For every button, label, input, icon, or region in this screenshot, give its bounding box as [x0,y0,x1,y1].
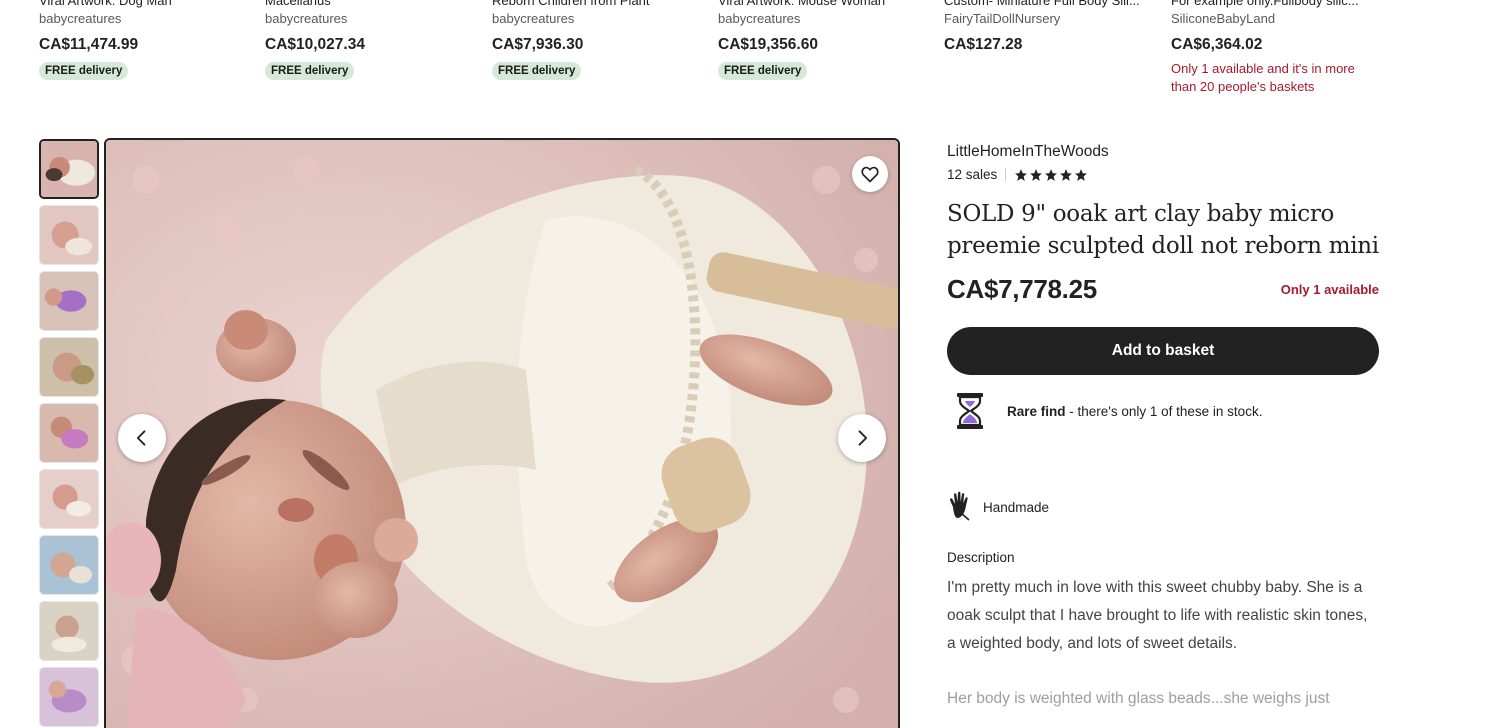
rare-find-label: Rare find [1007,403,1066,419]
description-text: I'm pretty much in love with this sweet … [947,579,1368,652]
thumbnail-5[interactable] [39,403,99,463]
related-card[interactable]: Reborn Children from Plant babycreatures… [492,0,704,80]
availability-note: Only 1 available [1280,282,1379,297]
related-card-price: CA$19,356.60 [718,36,818,53]
thumbnail-2[interactable] [39,205,99,265]
star-icon [1060,168,1073,181]
related-card-title[interactable]: Reborn Children from Plant [492,0,704,10]
previous-image-button[interactable] [118,414,166,462]
divider [1005,168,1007,181]
sales-count: 12 sales [947,167,998,182]
star-icon [1045,168,1058,181]
star-icon [1030,168,1043,181]
thumbnail-3[interactable] [39,271,99,331]
thumbnail-4[interactable] [39,337,99,397]
related-card-shop: babycreatures [39,11,122,26]
rare-find-detail: - there's only 1 of these in stock. [1065,403,1263,419]
product-photo [106,140,898,728]
related-card-price: CA$127.28 [944,36,1023,53]
star-rating[interactable] [1014,168,1088,182]
related-card[interactable]: Viral Artwork: Dog Man babycreatures CA$… [39,0,251,80]
chevron-left-icon [132,428,152,448]
heart-outline-icon [860,164,880,184]
thumbnail-8[interactable] [39,601,99,661]
related-card-shop: FairyTailDollNursery [944,11,1061,26]
related-card[interactable]: Viral Artwork: Mouse Woman babycreatures… [718,0,930,80]
free-delivery-badge: FREE delivery [265,62,355,80]
star-icon [1015,168,1028,181]
thumbnail-list [39,139,99,728]
related-card-price: CA$11,474.99 [39,36,139,53]
handmade-highlight: Handmade [947,491,1379,524]
thumbnail-9[interactable] [39,667,99,727]
related-card[interactable]: For example only.Fullbody silic... Silic… [1171,0,1383,96]
related-card[interactable]: Custom- Miniature Full Body Sili... Fair… [944,0,1156,55]
rare-find-callout: Rare find - there's only 1 of these in s… [947,391,1379,431]
description-heading: Description [947,550,1015,565]
shop-name-link[interactable]: LittleHomeInTheWoods [947,142,1379,162]
free-delivery-badge: FREE delivery [492,62,582,80]
listing-price: CA$7,778.25 [947,274,1097,304]
related-card[interactable]: Macellarius babycreatures CA$10,027.34 F… [265,0,477,80]
related-card-price: CA$6,364.02 [1171,36,1263,53]
price-row: CA$7,778.25 Only 1 available [947,274,1379,305]
scarcity-note: Only 1 available and it's in more than 2… [1171,61,1355,94]
thumbnail-1[interactable] [39,139,99,199]
related-card-price: CA$7,936.30 [492,36,584,53]
next-image-button[interactable] [838,414,886,462]
handmade-label: Handmade [983,500,1050,515]
hourglass-icon [947,391,995,431]
thumbnail-6[interactable] [39,469,99,529]
related-card-title[interactable]: Viral Artwork: Dog Man [39,0,251,10]
listing-title: SOLD 9" ooak art clay baby micro preemie… [947,201,1379,259]
related-card-title[interactable]: Viral Artwork: Mouse Woman [718,0,930,10]
free-delivery-badge: FREE delivery [718,62,808,80]
thumbnail-7[interactable] [39,535,99,595]
buy-box: LittleHomeInTheWoods 12 sales SOLD 9" oo… [947,142,1379,713]
hand-icon [947,491,973,524]
chevron-right-icon [852,428,872,448]
shop-stats: 12 sales [947,167,1379,182]
related-card-shop: babycreatures [718,11,801,26]
favorite-button[interactable] [852,156,888,192]
add-to-basket-button[interactable]: Add to basket [947,327,1379,375]
free-delivery-badge: FREE delivery [39,62,129,80]
star-icon [1075,168,1088,181]
related-card-title[interactable]: For example only.Fullbody silic... [1171,0,1383,10]
related-card-shop: babycreatures [492,11,575,26]
related-card-shop: babycreatures [265,11,348,26]
rare-find-text: Rare find - there's only 1 of these in s… [1007,404,1262,419]
related-card-title[interactable]: Custom- Miniature Full Body Sili... [944,0,1156,10]
related-card-shop: SiliconeBabyLand [1171,11,1276,26]
related-listings: Viral Artwork: Dog Man babycreatures CA$… [0,0,1495,110]
description-continued: Her body is weighted with glass beads...… [947,690,1330,707]
main-product-image[interactable] [104,138,900,728]
related-card-price: CA$10,027.34 [265,36,365,53]
related-card-title[interactable]: Macellarius [265,0,477,10]
